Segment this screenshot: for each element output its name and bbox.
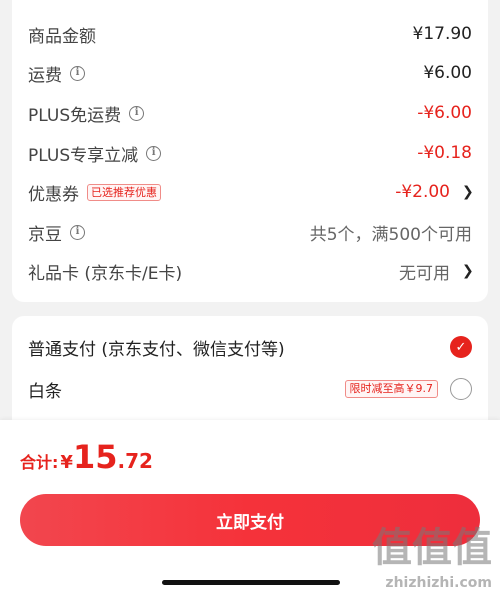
gift-card-label: 礼品卡 (京东卡/E卡) <box>28 263 183 284</box>
plus-discount-row: PLUS专享立减 i -¥0.18 <box>28 138 472 168</box>
info-circle-icon[interactable]: i <box>129 105 145 121</box>
total-label: 合计: <box>20 453 59 472</box>
shipping-label: 运费 <box>28 65 62 86</box>
shipping-value: ¥6.00 <box>423 63 472 83</box>
gift-card-value: 无可用 <box>399 263 450 284</box>
coupon-label: 优惠券 <box>28 184 79 205</box>
goods-amount-row: 商品金额 ¥17.90 <box>28 19 472 49</box>
total-integer: 15 <box>72 438 118 476</box>
gift-card-row[interactable]: 礼品卡 (京东卡/E卡) 无可用 ❯ <box>28 256 474 286</box>
chevron-right-icon: ❯ <box>462 263 474 279</box>
jingdou-label: 京豆 <box>28 224 62 245</box>
check-circle-icon[interactable]: ✓ <box>450 336 472 358</box>
plus-discount-label: PLUS专享立减 <box>28 145 139 166</box>
total-currency: ¥ <box>60 452 73 473</box>
plus-free-shipping-row: PLUS免运费 i -¥6.00 <box>28 98 472 128</box>
coupon-value: -¥2.00 <box>395 182 450 202</box>
plus-free-shipping-label: PLUS免运费 <box>28 105 122 126</box>
jingdou-value: 共5个，满500个可用 <box>309 224 472 245</box>
payment-option-baitiao[interactable]: 白条 限时减至高￥9.7 <box>28 373 472 405</box>
radio-circle-icon[interactable] <box>450 378 472 400</box>
shipping-row: 运费 i ¥6.00 <box>28 58 472 88</box>
plus-free-shipping-value: -¥6.00 <box>417 103 472 123</box>
watermark-logo: 值值值 <box>372 524 492 571</box>
payment-option-normal[interactable]: 普通支付 (京东支付、微信支付等) ✓ <box>28 331 472 363</box>
order-total: 合计: ¥ 15 .72 <box>20 438 153 476</box>
payment-method-card: 普通支付 (京东支付、微信支付等) ✓ 白条 限时减至高￥9.7 <box>12 316 488 426</box>
home-indicator[interactable] <box>162 580 340 585</box>
checkout-bottom-bar: 合计: ¥ 15 .72 立即支付 值值值 zhizhizhi.com <box>0 420 500 597</box>
watermark-url: zhizhizhi.com <box>385 575 492 591</box>
coupon-recommend-tag: 已选推荐优惠 <box>87 183 161 201</box>
total-decimal: .72 <box>117 449 153 473</box>
jingdou-row: 京豆 i 共5个，满500个可用 <box>28 217 472 247</box>
goods-amount-label: 商品金额 <box>28 26 96 47</box>
goods-amount-value: ¥17.90 <box>412 24 472 44</box>
checkout-page: 商品金额 ¥17.90 运费 i ¥6.00 PLUS免运费 i -¥6.00 … <box>0 0 500 597</box>
payment-normal-label: 普通支付 (京东支付、微信支付等) <box>28 339 285 360</box>
info-circle-icon[interactable]: i <box>70 65 85 81</box>
info-circle-icon[interactable]: i <box>146 145 162 161</box>
order-summary-card: 商品金额 ¥17.90 运费 i ¥6.00 PLUS免运费 i -¥6.00 … <box>12 0 488 302</box>
baitiao-promo-tag: 限时减至高￥9.7 <box>344 380 438 398</box>
plus-discount-value: -¥0.18 <box>417 143 472 163</box>
info-circle-icon[interactable]: i <box>70 224 85 240</box>
coupon-row[interactable]: 优惠券 已选推荐优惠 -¥2.00 ❯ <box>28 177 474 207</box>
chevron-right-icon: ❯ <box>462 184 474 200</box>
payment-baitiao-label: 白条 <box>28 381 62 402</box>
